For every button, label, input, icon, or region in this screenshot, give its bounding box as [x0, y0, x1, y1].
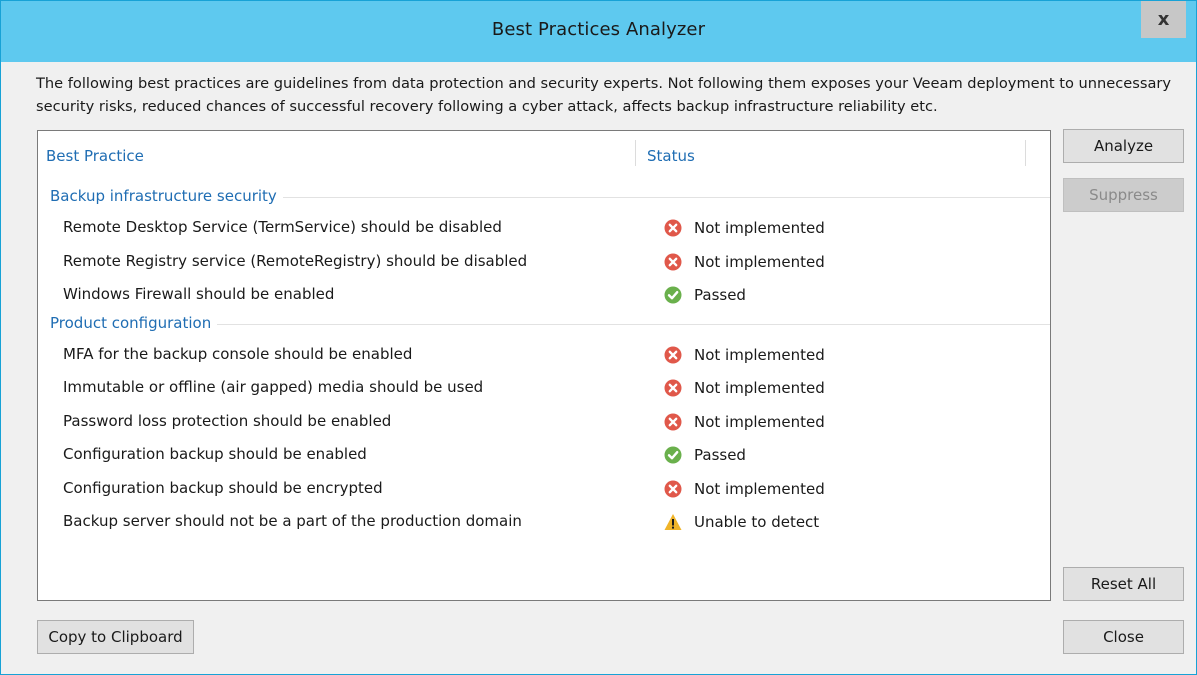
status-cell: Passed — [664, 443, 746, 467]
group-label: Product configuration — [50, 313, 218, 332]
list-item[interactable]: Windows Firewall should be enabled Passed — [38, 280, 1050, 313]
practice-label: MFA for the backup console should be ena… — [63, 344, 413, 363]
list-item[interactable]: Remote Desktop Service (TermService) sho… — [38, 213, 1050, 246]
status-label: Passed — [694, 286, 746, 304]
practice-label: Remote Registry service (RemoteRegistry)… — [63, 251, 528, 270]
list-item[interactable]: Immutable or offline (air gapped) media … — [38, 373, 1050, 406]
list-item[interactable]: Password loss protection should be enabl… — [38, 407, 1050, 440]
list-item[interactable]: Configuration backup should be encrypted… — [38, 474, 1050, 507]
list-item[interactable]: Backup server should not be a part of th… — [38, 507, 1050, 540]
list-item[interactable]: MFA for the backup console should be ena… — [38, 340, 1050, 373]
best-practices-window: Best Practices Analyzer x The following … — [0, 0, 1197, 675]
status-cell: Not implemented — [664, 376, 825, 400]
reset-all-button[interactable]: Reset All — [1063, 567, 1184, 601]
status-cell: Not implemented — [664, 477, 825, 501]
list-item[interactable]: Configuration backup should be enabled Pa… — [38, 440, 1050, 473]
practice-label: Remote Desktop Service (TermService) sho… — [63, 218, 502, 236]
title-bar: Best Practices Analyzer x — [1, 1, 1196, 62]
status-label: Passed — [694, 446, 746, 464]
check-icon — [664, 286, 682, 304]
status-cell: Not implemented — [664, 343, 825, 367]
best-practices-list[interactable]: Best Practice Status Backup infrastructu… — [37, 130, 1051, 601]
column-header-status[interactable]: Status — [647, 147, 695, 165]
practice-label: Windows Firewall should be enabled — [63, 285, 335, 303]
group-label: Backup infrastructure security — [50, 187, 283, 205]
status-label: Not implemented — [694, 252, 825, 271]
status-label: Not implemented — [694, 345, 825, 364]
practice-label: Password loss protection should be enabl… — [63, 411, 392, 430]
close-icon: x — [1157, 9, 1170, 30]
error-icon — [664, 219, 682, 237]
column-header-best-practice[interactable]: Best Practice — [46, 147, 144, 165]
error-icon — [664, 379, 682, 397]
analyze-button[interactable]: Analyze — [1063, 129, 1184, 163]
status-label: Not implemented — [694, 219, 825, 237]
status-cell: Not implemented — [664, 410, 825, 434]
status-label: Unable to detect — [694, 513, 820, 531]
close-button[interactable]: Close — [1063, 620, 1184, 654]
group-header: Backup infrastructure security — [50, 187, 1050, 207]
practice-label: Immutable or offline (air gapped) media … — [63, 378, 484, 396]
status-label: Not implemented — [694, 479, 825, 498]
status-cell: Unable to detect — [664, 510, 819, 534]
warning-icon — [664, 514, 682, 530]
status-cell: Passed — [664, 283, 746, 307]
error-icon — [664, 346, 682, 363]
copy-to-clipboard-button[interactable]: Copy to Clipboard — [37, 620, 194, 654]
check-icon — [664, 446, 682, 464]
practice-label: Configuration backup should be encrypted — [63, 478, 383, 497]
status-cell: Not implemented — [664, 216, 825, 240]
error-icon — [664, 480, 682, 497]
error-icon — [664, 413, 682, 430]
practice-label: Configuration backup should be enabled — [63, 445, 367, 463]
list-item[interactable]: Remote Registry service (RemoteRegistry)… — [38, 247, 1050, 280]
status-cell: Not implemented — [664, 250, 825, 274]
practice-label: Backup server should not be a part of th… — [63, 512, 522, 530]
error-icon — [664, 253, 682, 270]
column-separator[interactable] — [635, 140, 636, 166]
column-separator[interactable] — [1025, 140, 1026, 166]
close-window-button[interactable]: x — [1141, 1, 1186, 38]
window-title: Best Practices Analyzer — [491, 19, 706, 40]
group-header: Product configuration — [50, 313, 1050, 334]
description-text: The following best practices are guideli… — [36, 75, 1172, 115]
status-label: Not implemented — [694, 379, 825, 397]
suppress-button[interactable]: Suppress — [1063, 178, 1184, 212]
status-label: Not implemented — [694, 412, 825, 431]
